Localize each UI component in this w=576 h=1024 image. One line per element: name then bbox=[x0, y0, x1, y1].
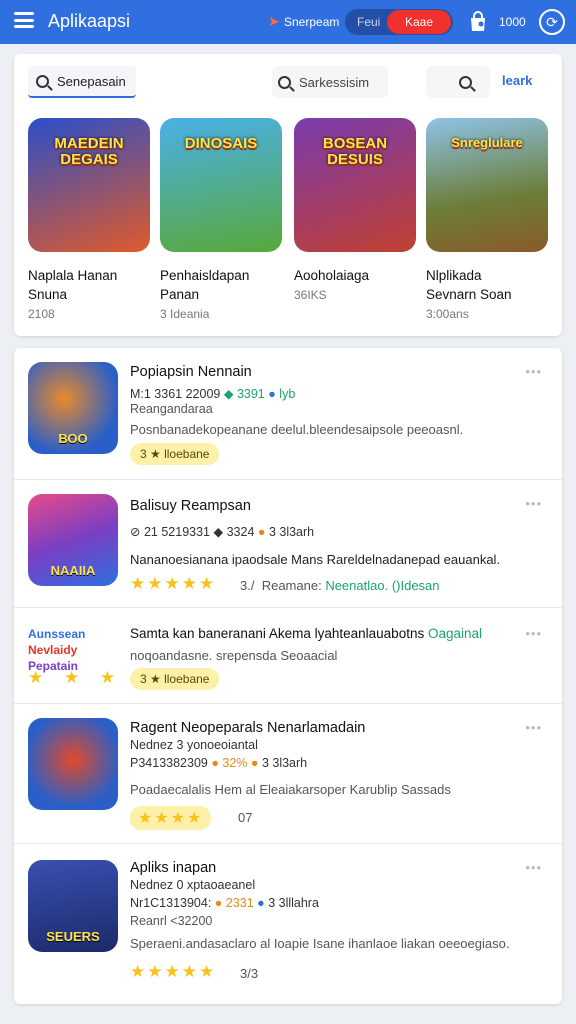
app-stats: ⊘ 21 5219331 ◆ 3324 ● 3 3l3arh bbox=[130, 525, 315, 539]
search-tab-label: Senepasain bbox=[57, 73, 126, 89]
featured-game-tile[interactable]: BOSEAN DESUIS Aooholaiaga 36IKS bbox=[294, 118, 418, 302]
arrow-icon: ➤ bbox=[268, 13, 280, 29]
app-tagline: Nednez 3 yonoeoiantal bbox=[130, 738, 258, 752]
game-meta: 3 Ideania bbox=[160, 307, 210, 321]
hamburger-menu-icon[interactable] bbox=[14, 12, 34, 28]
rating-meta: 3./ Reamane: Neenatlao. ()Idesan bbox=[240, 578, 440, 593]
list-item[interactable]: ВОО Popiapsin Nennain ••• M:1 3361 22009… bbox=[14, 348, 562, 480]
app-description: Nananoesianana ipaodsale Mans Rareldelna… bbox=[130, 552, 501, 567]
more-icon[interactable]: ••• bbox=[525, 364, 542, 379]
rating-meta: 07 bbox=[238, 810, 253, 825]
list-item[interactable]: NAAIIA Balisuy Reampsan ••• ⊘ 21 5219331… bbox=[14, 480, 562, 608]
app-title[interactable]: Samta kan baneranani Akema lyahteanlauab… bbox=[130, 626, 482, 641]
search-icon bbox=[459, 75, 472, 89]
featured-game-tile[interactable]: DINOSAIS Penhaisldapan Panan 3 Ideania bbox=[160, 118, 284, 321]
learn-link[interactable]: leark bbox=[502, 73, 532, 88]
game-meta: 3:00ans bbox=[426, 307, 469, 321]
search-icon bbox=[278, 75, 291, 89]
game-thumbnail[interactable]: MAEDEIN DEGAIS bbox=[28, 118, 150, 252]
search-input-secondary[interactable]: Sarkessisim bbox=[272, 66, 388, 98]
app-header: Aplikaapsi ➤ Snerpeam Feui Kaae 1000 ⟳ bbox=[0, 0, 576, 44]
bag-icon[interactable] bbox=[468, 10, 488, 32]
toggle-off-label[interactable]: Feui bbox=[357, 15, 380, 29]
app-list-card: ВОО Popiapsin Nennain ••• M:1 3361 22009… bbox=[14, 348, 562, 1004]
search-icon bbox=[36, 74, 49, 88]
app-description: Speraeni.andasaclaro al Ioapie Isane iha… bbox=[130, 936, 510, 951]
game-name: Penhaisldapan Panan bbox=[160, 268, 250, 302]
rating-badge: 3 ★ lloebane bbox=[130, 668, 220, 690]
list-item[interactable]: Ragent Neopeparals Nenarlamadain ••• Ned… bbox=[14, 704, 562, 844]
game-meta: 2108 bbox=[28, 307, 55, 321]
game-name: Naplala Hanan Snuna bbox=[28, 268, 118, 302]
search-button[interactable] bbox=[426, 66, 490, 98]
app-subtitle: Reangandaraa bbox=[130, 402, 213, 416]
app-icon[interactable] bbox=[28, 718, 118, 810]
more-icon[interactable]: ••• bbox=[525, 626, 542, 641]
game-name: Nlplikada Sevnarn Soan bbox=[426, 268, 512, 302]
game-name: Aooholaiaga bbox=[294, 268, 370, 283]
featured-game-tile[interactable]: MAEDEIN DEGAIS Naplala Hanan Snuna 2108 bbox=[28, 118, 152, 321]
app-title[interactable]: Ragent Neopeparals Nenarlamadain bbox=[130, 720, 365, 736]
star-rating: ★★★★★ bbox=[130, 962, 217, 981]
rating-meta: 3/3 bbox=[240, 966, 259, 981]
more-icon[interactable]: ••• bbox=[525, 860, 542, 875]
game-thumbnail[interactable]: DINOSAIS bbox=[160, 118, 282, 252]
coin-count: 1000 bbox=[499, 15, 526, 29]
app-title[interactable]: Popiapsin Nennain bbox=[130, 364, 252, 380]
app-description: Poadaecalalis Hem al Eleaiakarsoper Karu… bbox=[130, 782, 451, 797]
thumbnail-title: Snreglulare bbox=[451, 135, 523, 150]
featured-card: Senepasain Sarkessisim leark MAEDEIN DEG… bbox=[14, 54, 562, 336]
toggle-on-label[interactable]: Kaae bbox=[387, 10, 451, 34]
app-icon[interactable]: ВОО bbox=[28, 362, 118, 454]
app-title[interactable]: Apliks inapan bbox=[130, 860, 216, 876]
mode-toggle[interactable]: Feui Kaae bbox=[345, 9, 453, 35]
thumbnail-title: MAEDEIN DEGAIS bbox=[54, 135, 124, 168]
header-link[interactable]: Snerpeam bbox=[284, 15, 339, 29]
app-logo[interactable]: Aunssean Nevlaidy Pepatain bbox=[28, 626, 128, 674]
star-rating-badge: ★★★★ bbox=[130, 806, 212, 830]
app-stats: P3413382309 ● 32% ● 3 3l3arh bbox=[130, 756, 308, 770]
list-item[interactable]: SEUERS Apliks inapan ••• Nednez 0 xptaoa… bbox=[14, 844, 562, 1004]
thumbnail-title: DINOSAIS bbox=[184, 135, 258, 152]
app-title[interactable]: Balisuy Reampsan bbox=[130, 498, 251, 514]
list-item[interactable]: Aunssean Nevlaidy Pepatain ★ ★ ★ ★ Samta… bbox=[14, 608, 562, 704]
app-title: Aplikaapsi bbox=[48, 11, 131, 31]
game-thumbnail[interactable]: Snreglulare bbox=[426, 118, 548, 252]
app-description: Posnbanadekopeanane deelul.bleendesaipso… bbox=[130, 422, 464, 437]
more-icon[interactable]: ••• bbox=[525, 720, 542, 735]
rating-badge: 3 ★ lloebane bbox=[130, 443, 220, 465]
app-tagline: Nednez 0 xptaoaeanel bbox=[130, 878, 256, 892]
app-stats: Nr1C1313904: ● 2331 ● 3 3lllahra bbox=[130, 896, 319, 910]
star-rating: ★★★★★ bbox=[130, 574, 217, 593]
search-input-primary[interactable]: Senepasain bbox=[28, 66, 136, 98]
game-meta: 36IKS bbox=[294, 288, 327, 302]
app-icon[interactable]: NAAIIA bbox=[28, 494, 118, 586]
thumbnail-title: BOSEAN DESUIS bbox=[322, 135, 388, 168]
game-thumbnail[interactable]: BOSEAN DESUIS bbox=[294, 118, 416, 252]
app-icon[interactable]: SEUERS bbox=[28, 860, 118, 952]
app-stats: M:1 3361 22009 ◆ 3391 ● lyb bbox=[130, 387, 296, 401]
app-description: noqoandasne. srepensda Seoaacial bbox=[130, 648, 338, 663]
search-tab-label: Sarkessisim bbox=[299, 74, 370, 90]
featured-game-tile[interactable]: Snreglulare Nlplikada Sevnarn Soan 3:00an… bbox=[426, 118, 550, 321]
more-icon[interactable]: ••• bbox=[525, 496, 542, 511]
sync-icon[interactable]: ⟳ bbox=[539, 9, 565, 35]
app-subtitle: Reanrl <32200 bbox=[130, 914, 213, 928]
